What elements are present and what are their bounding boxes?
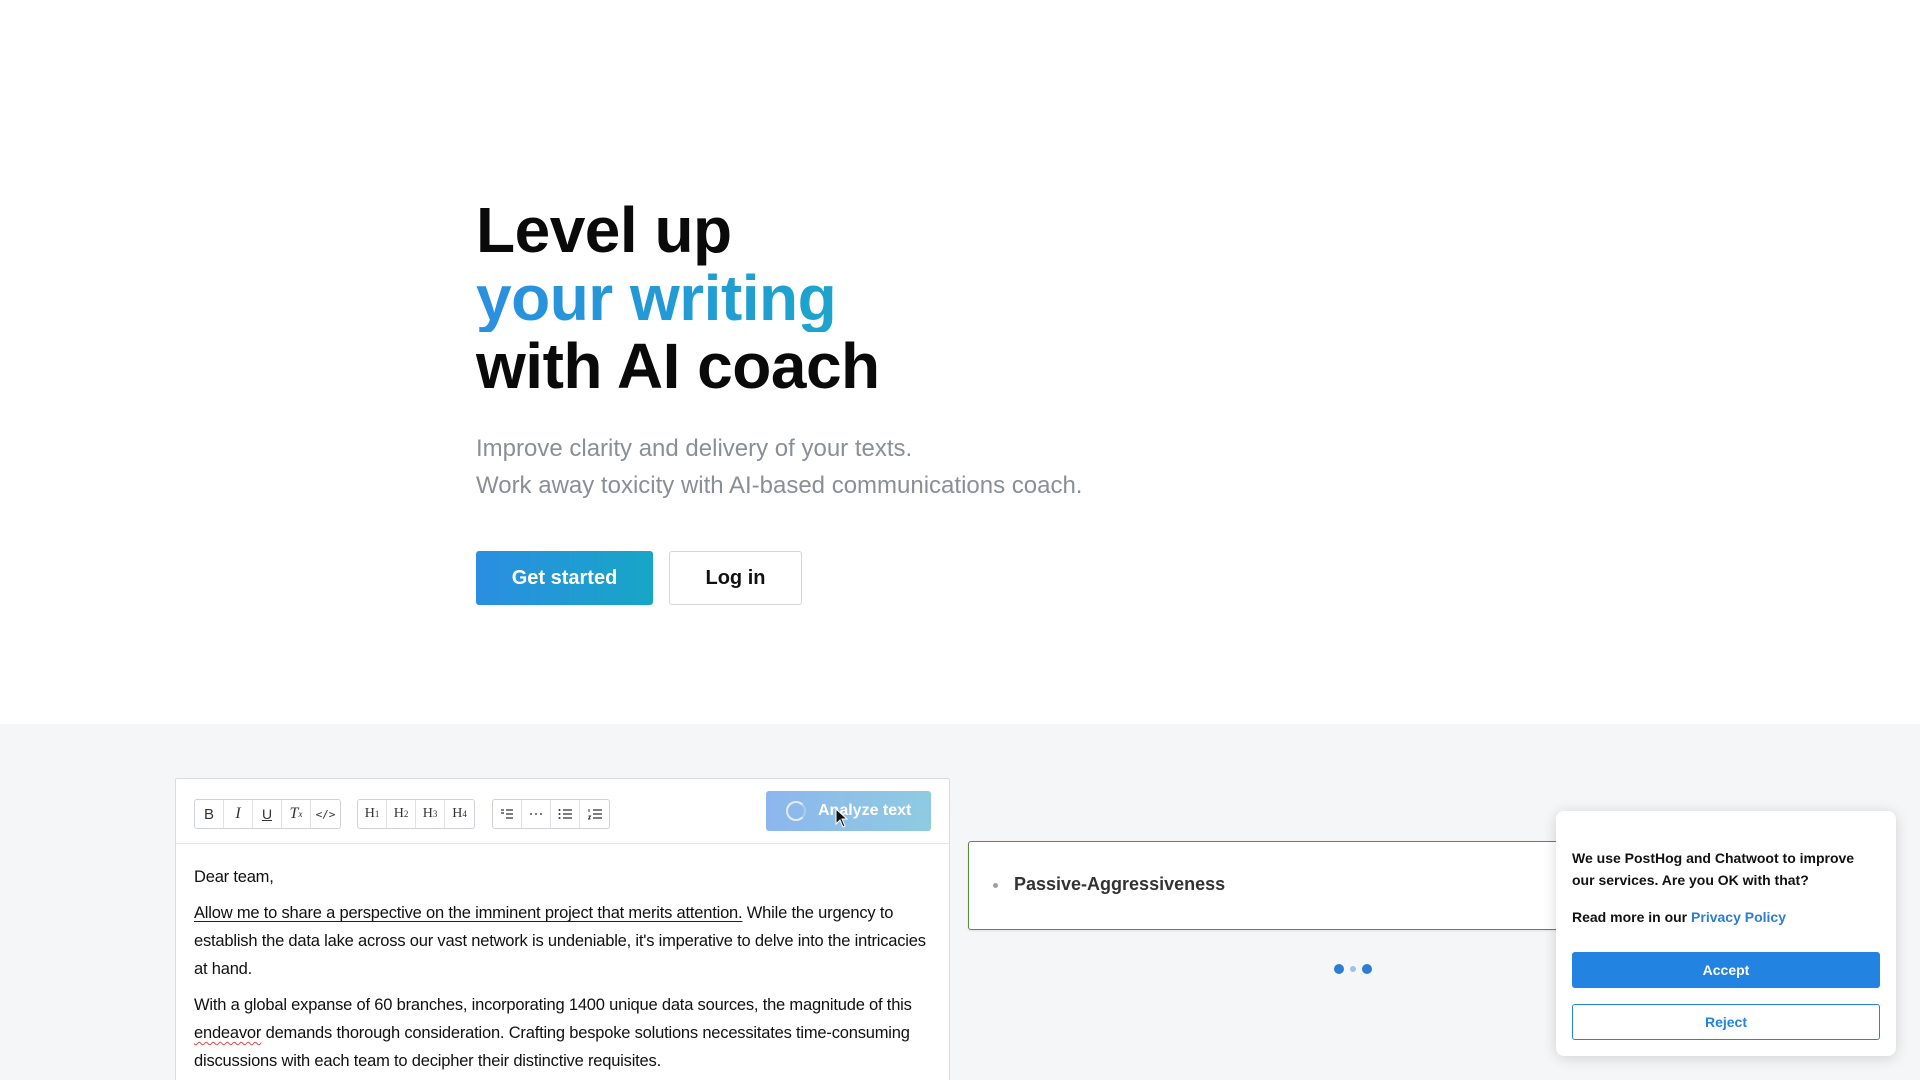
heading-button-group: H1 H2 H3 H4 <box>357 799 475 829</box>
hero-headline: Level up your writing with AI coach <box>476 196 880 400</box>
editor-content[interactable]: Dear team, Allow me to share a perspecti… <box>194 863 936 1080</box>
heading3-icon[interactable]: H3 <box>416 800 445 828</box>
heading4-icon[interactable]: H4 <box>445 800 474 828</box>
privacy-policy-link[interactable]: Privacy Policy <box>1691 909 1786 925</box>
read-more-prefix: Read more in our <box>1572 909 1692 925</box>
paragraph-2: Allow me to share a perspective on the i… <box>194 899 936 983</box>
text-editor: B I U Tx </> H1 H2 H3 H4 Analyze text De… <box>175 778 950 1080</box>
consent-read-more: Read more in our Privacy Policy <box>1572 909 1786 925</box>
pager-dot[interactable] <box>1334 964 1344 974</box>
result-pager <box>1334 964 1372 974</box>
analyze-text-label: Analyze text <box>818 802 912 819</box>
login-button[interactable]: Log in <box>669 551 802 605</box>
numbered-list-icon[interactable] <box>580 800 609 828</box>
headline-line-3: with AI coach <box>476 330 880 402</box>
bold-icon[interactable]: B <box>195 800 224 828</box>
subtitle-line-1: Improve clarity and delivery of your tex… <box>476 435 913 462</box>
heading2-icon[interactable]: H2 <box>387 800 416 828</box>
code-icon[interactable]: </> <box>311 800 340 828</box>
pager-dot[interactable] <box>1362 964 1372 974</box>
highlighted-sentence[interactable]: Allow me to share a perspective on the i… <box>194 904 743 922</box>
horizontal-rule-icon[interactable] <box>522 800 551 828</box>
paragraph-3-start: With a global expanse of 60 branches, in… <box>194 996 912 1014</box>
underline-icon[interactable]: U <box>253 800 282 828</box>
paragraph-3-end: demands thorough consideration. Crafting… <box>194 1024 910 1070</box>
cookie-consent-popup: We use PostHog and Chatwoot to improve o… <box>1556 811 1896 1056</box>
format-button-group: B I U Tx </> <box>194 799 341 829</box>
bullet-list-icon[interactable] <box>551 800 580 828</box>
misspelled-word[interactable]: endeavor <box>194 1024 261 1042</box>
headline-line-2: your writing <box>476 264 880 332</box>
result-label: Passive-Aggressiveness <box>1014 874 1226 894</box>
get-started-button[interactable]: Get started <box>476 551 653 605</box>
result-bullet-icon <box>993 883 998 888</box>
loading-spinner-icon <box>786 801 806 821</box>
clear-format-icon[interactable]: Tx <box>282 800 311 828</box>
analysis-result-card[interactable]: Passive-Aggressiveness <box>968 841 1568 930</box>
subtitle-line-2: Work away toxicity with AI-based communi… <box>476 472 1083 499</box>
reject-button[interactable]: Reject <box>1572 1004 1880 1040</box>
headline-line-1: Level up <box>476 194 732 266</box>
paragraph-3: With a global expanse of 60 branches, in… <box>194 991 936 1075</box>
hero-subtitle: Improve clarity and delivery of your tex… <box>476 430 1082 504</box>
blockquote-icon[interactable] <box>493 800 522 828</box>
hero-section: Level up your writing with AI coach Impr… <box>0 0 1920 724</box>
italic-icon[interactable]: I <box>224 800 253 828</box>
accept-button[interactable]: Accept <box>1572 952 1880 988</box>
paragraph-greeting: Dear team, <box>194 868 274 886</box>
pager-dot[interactable] <box>1350 966 1356 972</box>
block-button-group <box>492 799 610 829</box>
consent-message: We use PostHog and Chatwoot to improve o… <box>1572 850 1855 888</box>
heading1-icon[interactable]: H1 <box>358 800 387 828</box>
mouse-cursor-icon <box>835 808 849 828</box>
editor-toolbar: B I U Tx </> H1 H2 H3 H4 Analyze text <box>176 779 949 844</box>
